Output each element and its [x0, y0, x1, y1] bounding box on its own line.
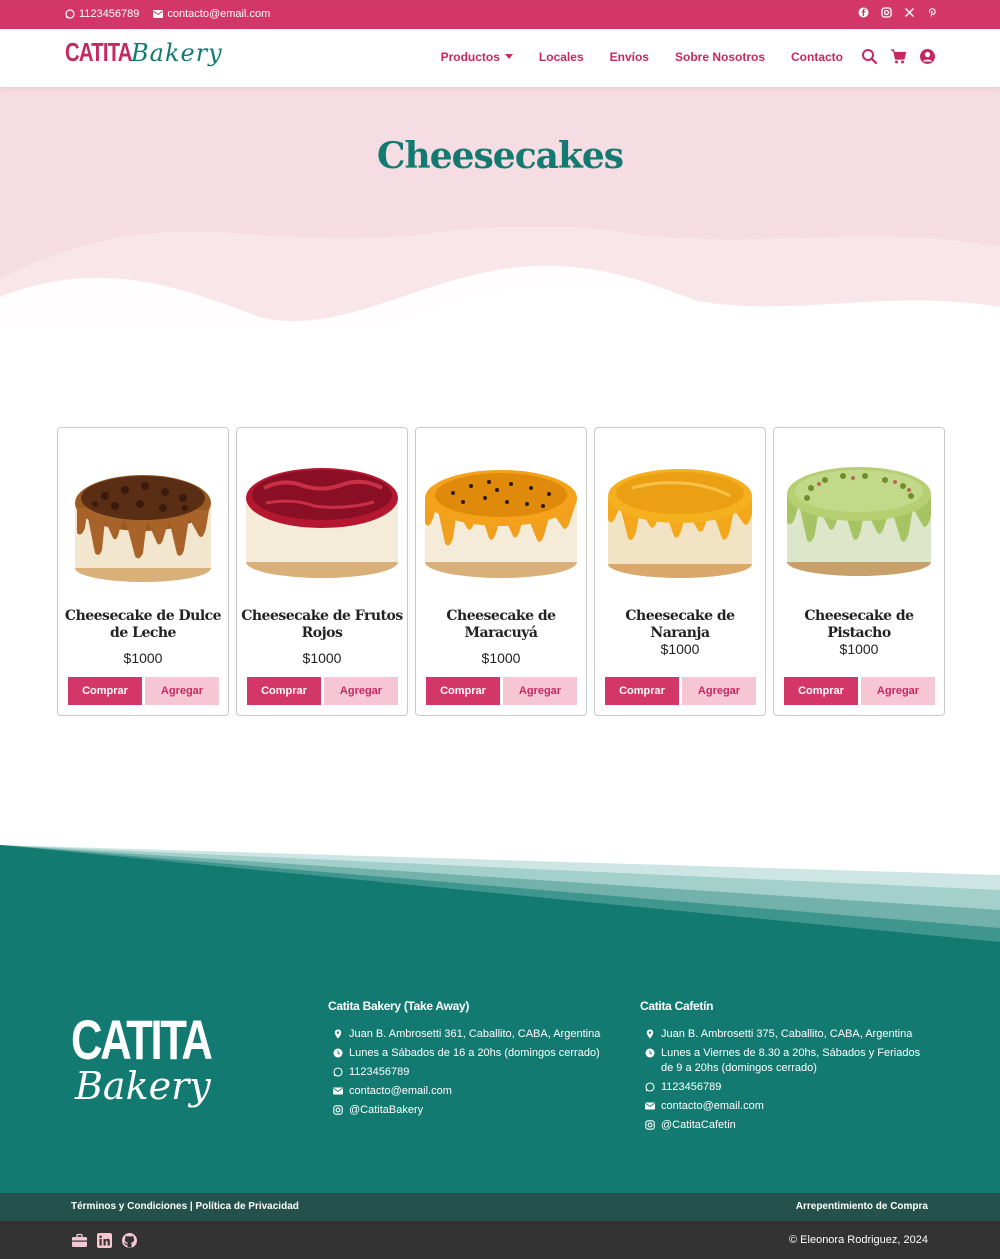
footer-bottom-bar: © Eleonora Rodriguez, 2024	[0, 1221, 1000, 1259]
envelope-icon	[645, 1102, 655, 1110]
top-email-text: contacto@email.com	[167, 8, 271, 20]
logo-script-text: Bakery	[131, 39, 223, 67]
footer-logo[interactable]: CATITA Bakery	[71, 1008, 250, 1109]
footer-phone[interactable]: 1123456789	[328, 1065, 608, 1080]
top-email[interactable]: contacto@email.com	[153, 8, 270, 20]
product-name: Cheesecake de Pistacho	[804, 608, 914, 641]
product-image	[246, 468, 398, 578]
product-grid: Cheesecake de Dulce de Leche $1000 Compr…	[57, 427, 945, 716]
nav-item-sobre-nosotros[interactable]: Sobre Nosotros	[675, 50, 765, 64]
logo-main-text: CATITA	[65, 37, 132, 67]
footer-logo-main: CATITA	[71, 1008, 213, 1071]
top-phone-text: 1123456789	[79, 8, 140, 20]
add-to-cart-button[interactable]: Agregar	[503, 677, 577, 705]
clock-icon	[645, 1048, 655, 1058]
add-to-cart-button[interactable]: Agregar	[861, 677, 935, 705]
product-name: Cheesecake de Frutos Rojos	[241, 608, 403, 641]
nav-item-productos[interactable]: Productos	[441, 50, 513, 64]
nav-icons	[861, 48, 936, 65]
footer-hours: Lunes a Sábados de 16 a 20hs (domingos c…	[328, 1046, 608, 1061]
footer-column-cafetin: Catita Cafetín Juan B. Ambrosetti 375, C…	[640, 999, 935, 1137]
hero-wave-decoration	[0, 227, 1000, 329]
footer-address: Juan B. Ambrosetti 375, Caballito, CABA,…	[640, 1027, 935, 1042]
whatsapp-icon	[333, 1067, 343, 1077]
product-name: Cheesecake de Dulce de Leche	[64, 608, 222, 641]
instagram-icon[interactable]	[881, 7, 892, 18]
product-price: $1000	[481, 650, 521, 666]
footer-column-title: Catita Bakery (Take Away)	[328, 999, 470, 1013]
clock-icon	[333, 1048, 343, 1058]
legal-links[interactable]: Términos y Condiciones | Política de Pri…	[71, 1201, 299, 1212]
footer-hours: Lunes a Viernes de 8.30 a 20hs, Sábados …	[640, 1046, 935, 1076]
buy-button[interactable]: Comprar	[68, 677, 142, 705]
buy-button[interactable]: Comprar	[605, 677, 679, 705]
buy-button[interactable]: Comprar	[247, 677, 321, 705]
footer-instagram[interactable]: @CatitaBakery	[328, 1103, 608, 1118]
envelope-icon	[153, 10, 164, 18]
product-image	[75, 475, 211, 582]
social-links	[858, 7, 938, 18]
pinterest-icon[interactable]	[927, 7, 938, 18]
copyright-text: © Eleonora Rodriguez, 2024	[789, 1234, 928, 1246]
nav-menu: Productos Locales Envíos Sobre Nosotros …	[441, 48, 936, 65]
envelope-icon	[333, 1087, 343, 1095]
brand-logo[interactable]: CATITA Bakery	[65, 37, 223, 77]
product-card: Cheesecake de Dulce de Leche $1000 Compr…	[57, 427, 229, 716]
product-image	[608, 469, 752, 578]
product-price: $1000	[660, 641, 700, 657]
nav-item-envios[interactable]: Envíos	[610, 50, 649, 64]
footer-column-bakery: Catita Bakery (Take Away) Juan B. Ambros…	[328, 999, 608, 1122]
withdrawal-link[interactable]: Arrepentimiento de Compra	[796, 1201, 928, 1212]
product-price: $1000	[839, 641, 879, 657]
footer-address: Juan B. Ambrosetti 361, Caballito, CABA,…	[328, 1027, 608, 1042]
buy-button[interactable]: Comprar	[784, 677, 858, 705]
instagram-icon	[333, 1105, 343, 1115]
product-image	[425, 470, 577, 578]
linkedin-icon[interactable]	[96, 1232, 113, 1249]
product-image	[787, 467, 931, 576]
github-icon[interactable]	[121, 1232, 138, 1249]
footer-column-title: Catita Cafetín	[640, 999, 714, 1013]
product-price: $1000	[123, 650, 163, 666]
main-navbar: CATITA Bakery Productos Locales Envíos S…	[0, 29, 1000, 87]
product-card: Cheesecake de Pistacho $1000 Comprar Agr…	[773, 427, 945, 716]
product-price: $1000	[302, 650, 342, 666]
location-pin-icon	[334, 1029, 342, 1039]
search-icon[interactable]	[861, 48, 878, 65]
footer-instagram[interactable]: @CatitaCafetin	[640, 1118, 935, 1133]
product-card: Cheesecake de Frutos Rojos $1000 Comprar…	[236, 427, 408, 716]
x-icon[interactable]	[904, 7, 915, 18]
user-icon[interactable]	[919, 48, 936, 65]
product-name: Cheesecake de Naranja	[625, 608, 735, 641]
footer-email[interactable]: contacto@email.com	[640, 1099, 935, 1114]
instagram-icon	[645, 1120, 655, 1130]
briefcase-icon[interactable]	[71, 1232, 88, 1249]
top-contact-bar: 1123456789 contacto@email.com	[0, 0, 1000, 29]
add-to-cart-button[interactable]: Agregar	[682, 677, 756, 705]
footer-legal-bar: Términos y Condiciones | Política de Pri…	[0, 1193, 1000, 1221]
whatsapp-icon	[65, 9, 75, 19]
top-contact-info: 1123456789 contacto@email.com	[65, 8, 270, 20]
facebook-icon[interactable]	[858, 7, 869, 18]
site-footer: CATITA Bakery Catita Bakery (Take Away) …	[0, 960, 1000, 1193]
add-to-cart-button[interactable]: Agregar	[324, 677, 398, 705]
buy-button[interactable]: Comprar	[426, 677, 500, 705]
product-card: Cheesecake de Maracuyá $1000 Comprar Agr…	[415, 427, 587, 716]
page-title: Cheesecakes	[376, 135, 624, 177]
product-card: Cheesecake de Naranja $1000 Comprar Agre…	[594, 427, 766, 716]
footer-phone[interactable]: 1123456789	[640, 1080, 935, 1095]
location-pin-icon	[646, 1029, 654, 1039]
whatsapp-icon	[645, 1082, 655, 1092]
cart-icon[interactable]	[890, 48, 907, 65]
developer-links	[71, 1232, 138, 1249]
top-phone[interactable]: 1123456789	[65, 8, 139, 20]
footer-slope-decoration	[0, 845, 1000, 970]
nav-item-locales[interactable]: Locales	[539, 50, 584, 64]
footer-email[interactable]: contacto@email.com	[328, 1084, 608, 1099]
add-to-cart-button[interactable]: Agregar	[145, 677, 219, 705]
product-name: Cheesecake de Maracuyá	[446, 608, 556, 641]
nav-item-contacto[interactable]: Contacto	[791, 50, 843, 64]
page-hero: Cheesecakes	[0, 87, 1000, 329]
